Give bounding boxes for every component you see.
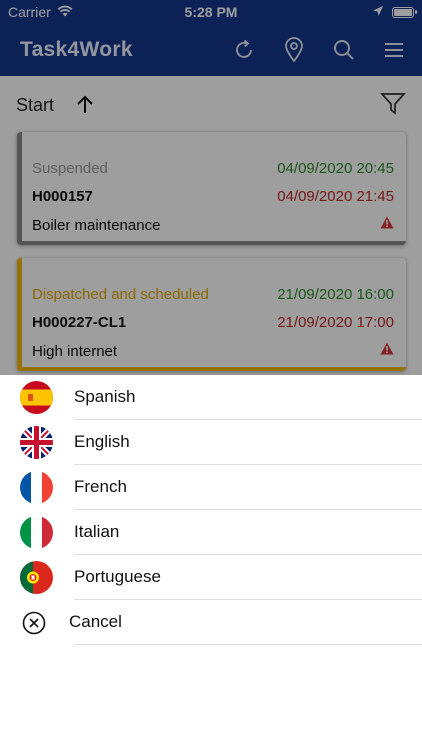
spain-flag-icon xyxy=(20,381,53,414)
language-picker-sheet: Spanish English French Italian Portugues… xyxy=(0,375,422,750)
cancel-label: Cancel xyxy=(69,612,122,631)
portugal-flag-icon xyxy=(20,561,53,594)
language-option-english[interactable]: English xyxy=(0,420,422,465)
language-option-portuguese[interactable]: Portuguese xyxy=(0,555,422,600)
language-option-italian[interactable]: Italian xyxy=(0,510,422,555)
modal-backdrop[interactable] xyxy=(0,0,422,375)
language-label: French xyxy=(74,477,127,496)
divider xyxy=(74,644,422,645)
language-label: English xyxy=(74,432,130,451)
close-circle-icon xyxy=(22,611,46,640)
france-flag-icon xyxy=(20,471,53,504)
cancel-button[interactable]: Cancel xyxy=(0,600,422,645)
uk-flag-icon xyxy=(20,426,53,459)
language-label: Portuguese xyxy=(74,567,161,586)
language-option-french[interactable]: French xyxy=(0,465,422,510)
language-label: Italian xyxy=(74,522,120,541)
language-option-spanish[interactable]: Spanish xyxy=(0,375,422,420)
language-label: Spanish xyxy=(74,387,136,406)
italy-flag-icon xyxy=(20,516,53,549)
